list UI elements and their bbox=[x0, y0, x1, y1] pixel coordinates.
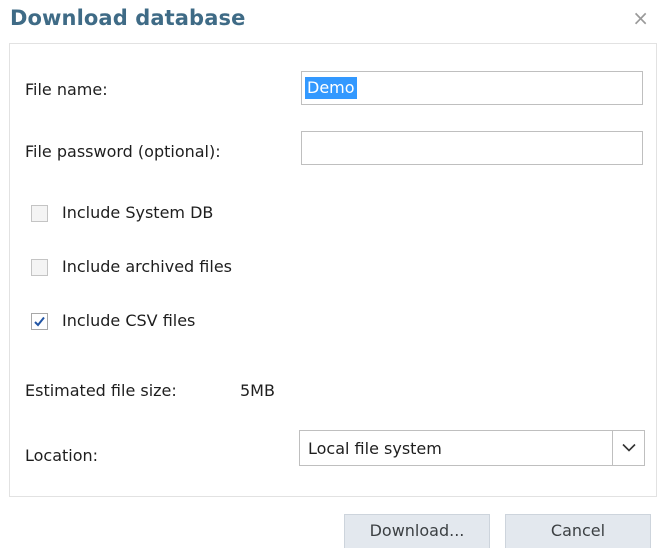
include-archived-files-checkbox[interactable] bbox=[31, 259, 48, 276]
include-system-db-label: Include System DB bbox=[62, 203, 214, 222]
location-dropdown-toggle[interactable] bbox=[612, 431, 644, 465]
file-name-input[interactable]: Demo bbox=[301, 71, 643, 105]
location-selected-value: Local file system bbox=[308, 439, 442, 458]
download-button[interactable]: Download... bbox=[344, 514, 490, 548]
include-system-db-checkbox[interactable] bbox=[31, 205, 48, 222]
download-database-dialog: Download database × File name: Demo File… bbox=[0, 0, 659, 548]
cancel-button[interactable]: Cancel bbox=[505, 514, 651, 548]
include-csv-files-checkbox[interactable] bbox=[31, 313, 48, 330]
estimated-file-size-label: Estimated file size: bbox=[25, 381, 177, 400]
file-password-input[interactable] bbox=[301, 131, 643, 165]
chevron-down-icon bbox=[622, 443, 636, 452]
close-icon[interactable]: × bbox=[632, 6, 649, 30]
dialog-body: File name: Demo File password (optional)… bbox=[9, 43, 657, 497]
location-label: Location: bbox=[25, 446, 99, 465]
file-name-label: File name: bbox=[25, 80, 108, 99]
file-password-label: File password (optional): bbox=[25, 142, 221, 161]
checkmark-icon bbox=[34, 316, 45, 327]
estimated-file-size-value: 5MB bbox=[240, 381, 275, 400]
include-archived-files-label: Include archived files bbox=[62, 257, 232, 276]
dialog-title: Download database bbox=[10, 6, 246, 30]
file-name-selected-text: Demo bbox=[305, 77, 357, 99]
location-select[interactable]: Local file system bbox=[299, 430, 645, 466]
include-csv-files-label: Include CSV files bbox=[62, 311, 196, 330]
